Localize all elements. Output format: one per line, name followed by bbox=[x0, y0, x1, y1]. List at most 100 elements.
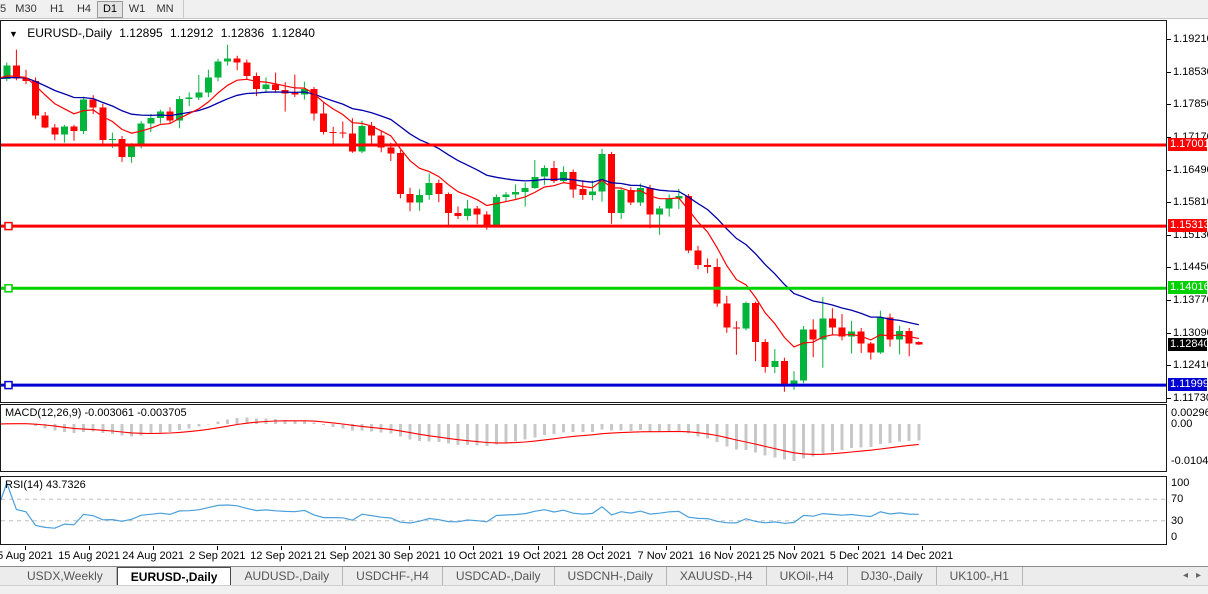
macd-bar bbox=[696, 424, 700, 437]
macd-bar bbox=[677, 424, 681, 431]
price-tick-mark bbox=[1167, 71, 1171, 73]
candle-body bbox=[627, 190, 635, 203]
tab-dj30-daily[interactable]: DJ30-,Daily bbox=[848, 567, 937, 586]
macd-bar bbox=[878, 424, 882, 445]
candle-body bbox=[233, 58, 241, 63]
rsi-canvas[interactable] bbox=[1, 477, 1166, 544]
macd-bar bbox=[773, 424, 777, 458]
candle-body bbox=[560, 172, 568, 182]
candle-body bbox=[704, 265, 712, 267]
candlestick-chart-panel[interactable]: ▼ EURUSD-,Daily 1.12895 1.12912 1.12836 … bbox=[0, 20, 1167, 403]
candle-body bbox=[396, 153, 404, 194]
macd-bar bbox=[552, 424, 556, 434]
candle-body bbox=[444, 194, 452, 214]
candle-body bbox=[147, 118, 155, 124]
tab-spacer bbox=[0, 567, 14, 586]
ohlc-open: 1.12895 bbox=[119, 26, 163, 40]
timeframe-button-w1[interactable]: W1 bbox=[124, 1, 150, 18]
hline-drag-handle[interactable] bbox=[4, 221, 13, 231]
tab-usdchf-h4[interactable]: USDCHF-,H4 bbox=[343, 567, 443, 586]
macd-bar bbox=[418, 424, 422, 442]
macd-bar bbox=[542, 424, 546, 436]
macd-bar bbox=[562, 424, 566, 433]
tab-audusd-daily[interactable]: AUDUSD-,Daily bbox=[231, 567, 344, 586]
price-tick-label: 1.19210 bbox=[1173, 33, 1208, 45]
tab-scroll-right-icon[interactable]: ▸ bbox=[1196, 570, 1201, 581]
price-tick-label: 1.14450 bbox=[1173, 261, 1208, 274]
chart-title: ▼ EURUSD-,Daily 1.12895 1.12912 1.12836 … bbox=[9, 26, 319, 40]
macd-bar bbox=[667, 424, 671, 432]
tab-usdx-weekly[interactable]: USDX,Weekly bbox=[14, 567, 117, 586]
macd-bar bbox=[792, 424, 796, 461]
macd-bar bbox=[216, 421, 220, 424]
macd-panel[interactable]: MACD(12,26,9) -0.003061 -0.003705 bbox=[0, 404, 1167, 472]
date-tick-label: 10 Oct 2021 bbox=[443, 550, 504, 562]
price-tick-label: 1.11730 bbox=[1173, 392, 1208, 405]
rsi-axis-label: 30 bbox=[1171, 514, 1184, 527]
candle-body bbox=[70, 126, 78, 132]
date-axis[interactable]: 5 Aug 2021 15 Aug 2021 24 Aug 2021 2 Sep 20… bbox=[0, 546, 1167, 566]
hline-drag-handle[interactable] bbox=[4, 380, 13, 390]
candle-body bbox=[512, 192, 520, 195]
date-tick-label: 7 Nov 2021 bbox=[637, 550, 694, 562]
timeframe-button-m30[interactable]: M30 bbox=[10, 1, 42, 18]
candle-body bbox=[665, 198, 673, 209]
macd-axis-label: 0.00 bbox=[1171, 418, 1193, 430]
candle-body bbox=[329, 132, 337, 134]
date-tick-label: 24 Aug 2021 bbox=[122, 550, 185, 562]
timeframe-button-d1[interactable]: D1 bbox=[97, 1, 123, 18]
candle-body bbox=[425, 183, 433, 195]
tab-ukoil-h4[interactable]: UKOil-,H4 bbox=[767, 567, 848, 586]
candle-body bbox=[608, 154, 616, 214]
candle-body bbox=[809, 329, 817, 340]
price-axis[interactable]: 1.192101.185301.178501.171701.164901.158… bbox=[1167, 20, 1208, 546]
candle-body bbox=[752, 303, 760, 342]
timeframe-toolbar: 5 M30 H1 H4 D1 W1 MN bbox=[0, 0, 1208, 19]
macd-bar bbox=[917, 424, 921, 441]
chart-symbol: EURUSD-,Daily bbox=[27, 26, 112, 40]
candle-body bbox=[540, 168, 548, 177]
tab-usdcnh-daily[interactable]: USDCNH-,Daily bbox=[555, 567, 667, 586]
candle-body bbox=[243, 62, 251, 76]
macd-bar bbox=[437, 424, 441, 443]
timeframe-button-h4[interactable]: H4 bbox=[71, 1, 97, 18]
macd-bar bbox=[206, 424, 210, 425]
current-price-badge: 1.12840 bbox=[1168, 337, 1208, 351]
tab-eurusd-daily[interactable]: EURUSD-,Daily bbox=[116, 567, 232, 586]
tab-usdcad-daily[interactable]: USDCAD-,Daily bbox=[443, 567, 555, 586]
macd-bar bbox=[322, 424, 326, 425]
candle-body bbox=[416, 195, 424, 203]
candle-body bbox=[185, 97, 193, 99]
tab-xauusd-h4[interactable]: XAUUSD-,H4 bbox=[667, 567, 767, 586]
hline-drag-handle[interactable] bbox=[4, 284, 13, 293]
tab-uk100-h1[interactable]: UK100-,H1 bbox=[937, 567, 1023, 586]
macd-bar bbox=[811, 424, 815, 457]
price-chart-canvas[interactable] bbox=[1, 21, 1166, 402]
candle-body bbox=[732, 327, 740, 329]
timeframe-button-mn[interactable]: MN bbox=[151, 1, 179, 18]
toolbar-separator bbox=[183, 0, 184, 18]
price-tick-mark bbox=[1167, 202, 1171, 204]
candle-body bbox=[358, 125, 366, 152]
macd-label: MACD(12,26,9) -0.003061 -0.003705 bbox=[5, 407, 187, 419]
date-tick-label: 5 Aug 2021 bbox=[0, 550, 53, 562]
macd-bar bbox=[629, 424, 633, 431]
candle-body bbox=[588, 191, 596, 195]
price-level-badge: 1.17001 bbox=[1168, 138, 1208, 152]
candle-body bbox=[348, 133, 356, 152]
candle-body bbox=[828, 318, 836, 328]
tab-scroll-left-icon[interactable]: ◂ bbox=[1183, 570, 1188, 581]
macd-axis-label: -0.010422 bbox=[1171, 454, 1208, 467]
macd-bar bbox=[514, 424, 518, 442]
rsi-panel[interactable]: RSI(14) 43.7326 bbox=[0, 476, 1167, 545]
symbol-dropdown-icon[interactable]: ▼ bbox=[9, 29, 18, 39]
candle-body bbox=[291, 93, 299, 95]
timeframe-button-h1[interactable]: H1 bbox=[44, 1, 70, 18]
candle-body bbox=[492, 196, 500, 226]
macd-bar bbox=[658, 424, 662, 432]
macd-bar bbox=[504, 424, 508, 443]
candle-body bbox=[387, 147, 395, 154]
candle-body bbox=[915, 342, 923, 345]
candle-body bbox=[51, 127, 59, 135]
macd-bar bbox=[734, 424, 738, 450]
